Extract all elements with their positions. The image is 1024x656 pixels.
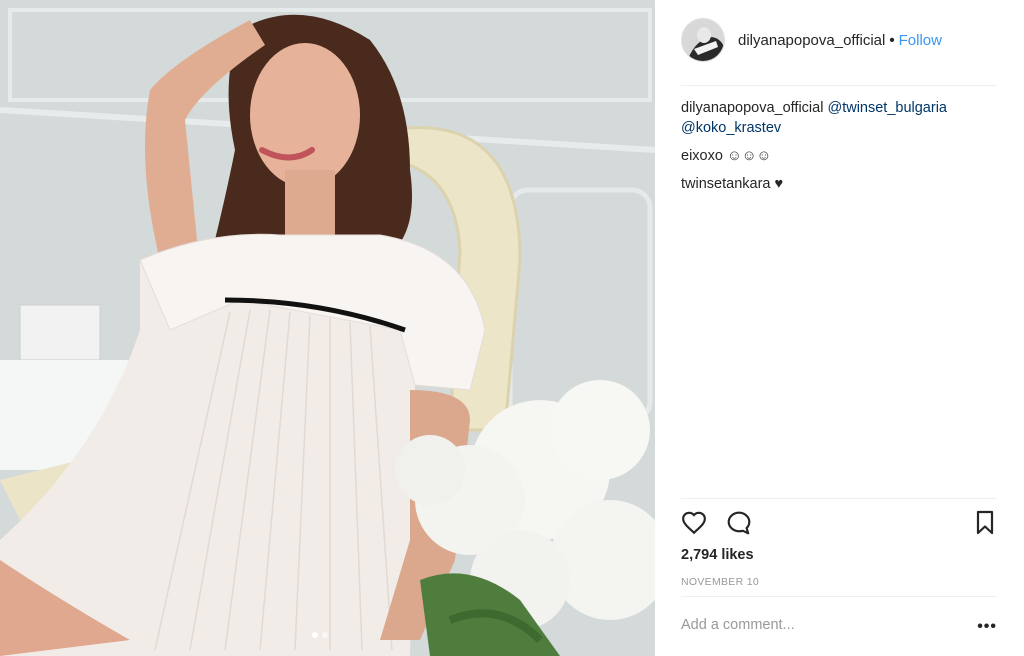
header-separator: •: [889, 32, 895, 49]
follow-button[interactable]: Follow: [899, 32, 942, 49]
caption-line: dilyanapopova_official @twinset_bulgaria…: [681, 98, 997, 138]
carousel-dot[interactable]: [322, 632, 328, 638]
caption-author-link[interactable]: dilyanapopova_official: [681, 100, 823, 116]
bookmark-icon[interactable]: [973, 510, 997, 541]
avatar-image: [682, 19, 724, 61]
header-text: dilyanapopova_official • Follow: [738, 32, 942, 49]
add-comment-form: •••: [681, 616, 997, 640]
header-divider: [681, 85, 997, 86]
post-photo[interactable]: [0, 0, 655, 656]
photo-illustration: [0, 0, 655, 656]
post-actions: [681, 510, 997, 538]
comment-item: eixoxo ☺☺☺: [681, 148, 772, 164]
comment-item: twinsetankara ♥: [681, 176, 784, 192]
carousel-indicator[interactable]: [312, 632, 328, 638]
likes-count[interactable]: 2,794 likes: [681, 547, 754, 563]
author-avatar[interactable]: [681, 18, 725, 62]
caption-section: dilyanapopova_official @twinset_bulgaria…: [681, 98, 997, 194]
mention-link-koko[interactable]: @koko_krastev: [681, 120, 781, 136]
comment-divider: [681, 596, 997, 597]
more-options-button[interactable]: •••: [977, 618, 997, 636]
author-username-link[interactable]: dilyanapopova_official: [738, 32, 885, 49]
post-details-panel: dilyanapopova_official • Follow dilyanapop…: [655, 0, 1024, 656]
post-header: dilyanapopova_official • Follow: [681, 18, 997, 86]
comment-icon[interactable]: [726, 510, 752, 541]
post-date[interactable]: NOVEMBER 10: [681, 576, 759, 588]
carousel-dot-active[interactable]: [312, 632, 318, 638]
actions-divider: [681, 498, 997, 499]
add-comment-input[interactable]: [681, 617, 961, 633]
mention-link-twinset[interactable]: @twinset_bulgaria: [827, 100, 947, 116]
heart-icon[interactable]: [681, 510, 707, 541]
